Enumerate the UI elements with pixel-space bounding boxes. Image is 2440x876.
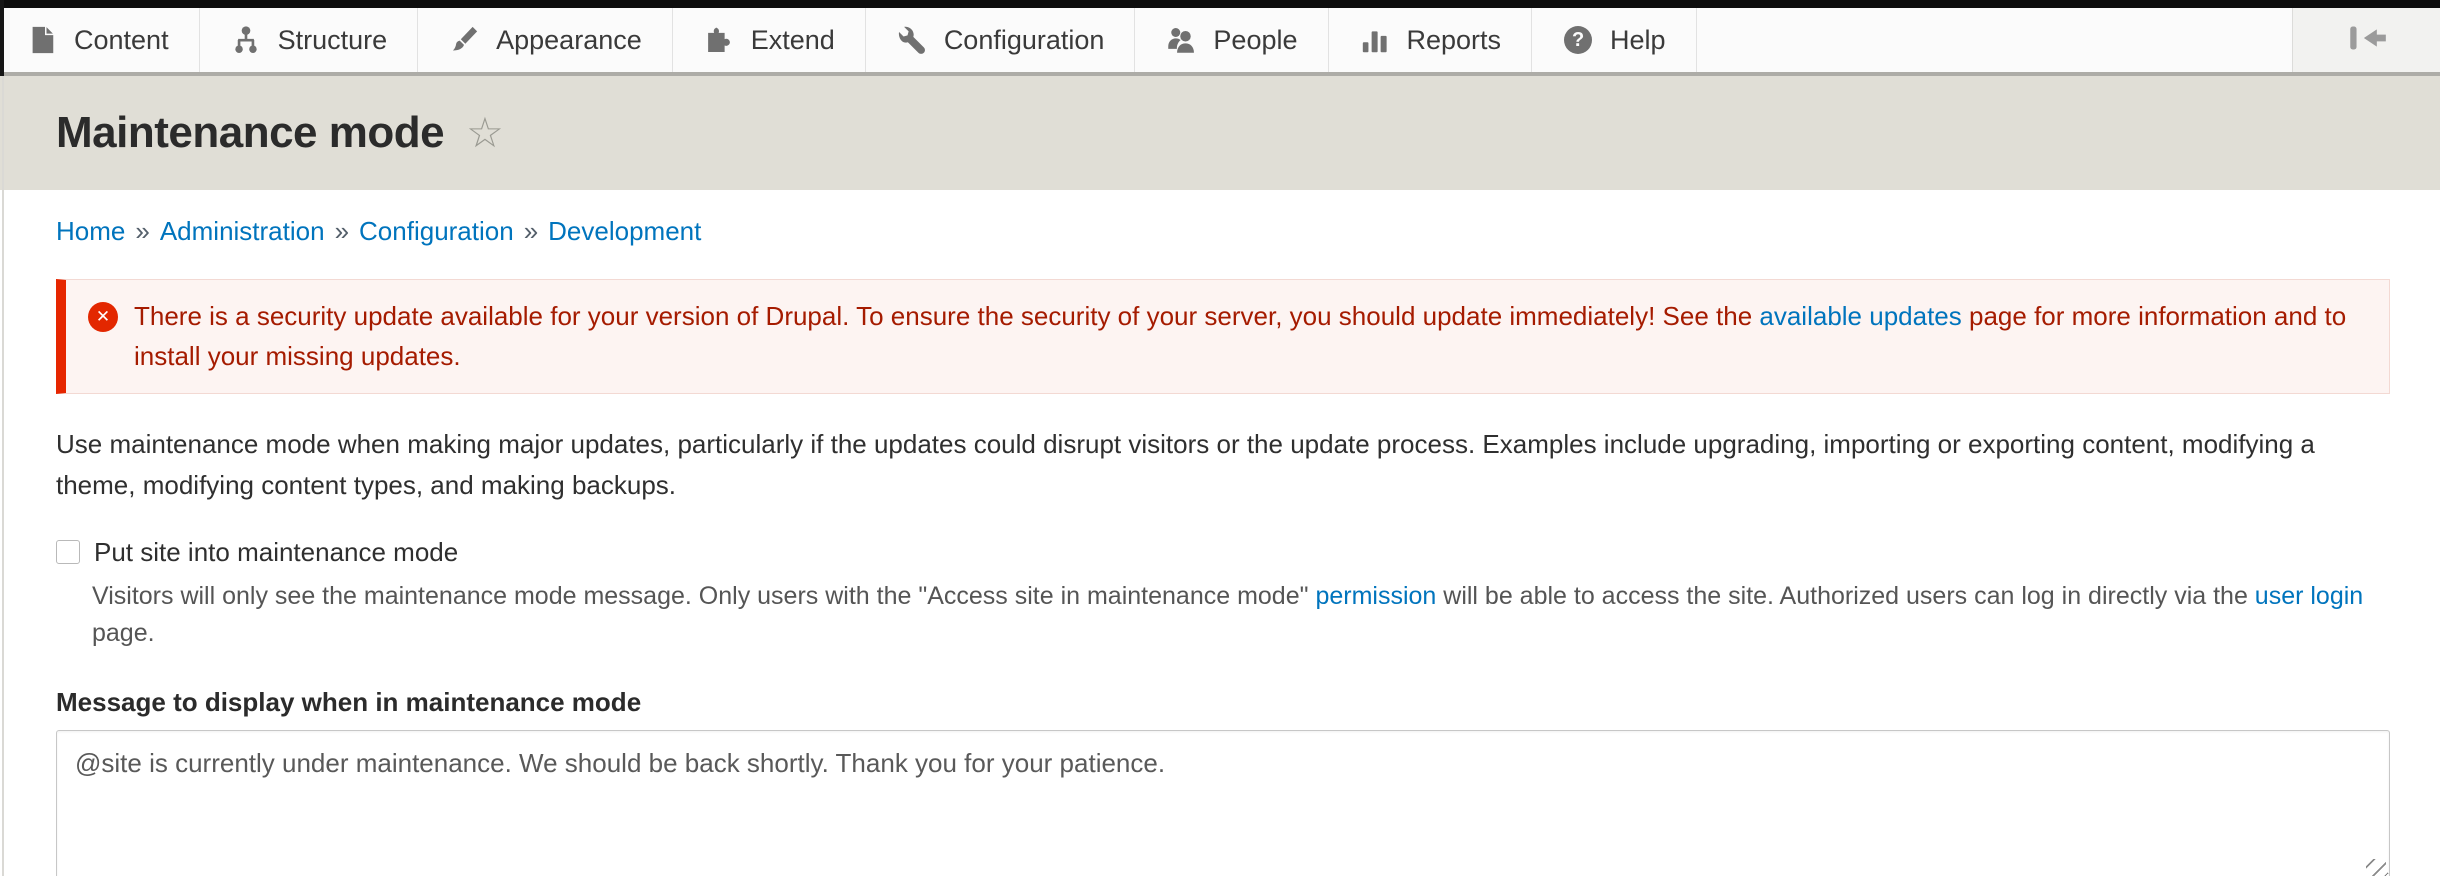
help-icon: ?: [1562, 24, 1594, 56]
permission-link[interactable]: permission: [1315, 582, 1436, 610]
breadcrumb-separator: »: [135, 216, 149, 246]
toolbar-item-help[interactable]: ? Help: [1532, 8, 1697, 72]
toolbar-item-label: Structure: [278, 25, 388, 56]
maintenance-mode-checkbox-label[interactable]: Put site into maintenance mode: [94, 537, 458, 568]
toolbar-collapse-icon: [2344, 21, 2390, 60]
toolbar-item-people[interactable]: People: [1135, 8, 1328, 72]
available-updates-link[interactable]: available updates: [1759, 301, 1961, 331]
page-title: Maintenance mode: [56, 108, 444, 158]
breadcrumb-separator: »: [524, 216, 538, 246]
maintenance-mode-checkbox-description: Visitors will only see the maintenance m…: [92, 578, 2390, 653]
maintenance-mode-checkbox-row: Put site into maintenance mode: [56, 537, 2390, 568]
error-message-text: There is a security update available for…: [134, 296, 2359, 377]
description-part-2: will be able to access the site. Authori…: [1436, 582, 2254, 610]
breadcrumb: Home » Administration » Configuration » Develo…: [56, 216, 2390, 247]
window-edge-dark: [0, 0, 4, 76]
toolbar-item-content[interactable]: Content: [0, 8, 200, 72]
paintbrush-icon: [448, 24, 480, 56]
people-icon: [1165, 24, 1197, 56]
breadcrumb-link-development[interactable]: Development: [548, 216, 701, 246]
toolbar-item-extend[interactable]: Extend: [673, 8, 866, 72]
maintenance-message-label: Message to display when in maintenance m…: [56, 687, 2390, 718]
breadcrumb-link-home[interactable]: Home: [56, 216, 125, 246]
toolbar-item-label: People: [1213, 25, 1297, 56]
toolbar-item-structure[interactable]: Structure: [200, 8, 419, 72]
description-part-1: Visitors will only see the maintenance m…: [92, 582, 1315, 610]
toolbar-item-label: Extend: [751, 25, 835, 56]
user-login-link[interactable]: user login: [2255, 582, 2363, 610]
toolbar-item-label: Content: [74, 25, 169, 56]
toolbar-item-appearance[interactable]: Appearance: [418, 8, 673, 72]
page-header: Maintenance mode ☆: [0, 76, 2440, 190]
puzzle-icon: [703, 24, 735, 56]
toolbar-item-reports[interactable]: Reports: [1329, 8, 1533, 72]
document-icon: [26, 24, 58, 56]
maintenance-message-wrapper: @site is currently under maintenance. We…: [56, 730, 2390, 876]
window-edge-light: [2, 76, 4, 876]
toolbar-item-label: Reports: [1407, 25, 1502, 56]
breadcrumb-link-administration[interactable]: Administration: [160, 216, 325, 246]
admin-top-strip: [0, 0, 2440, 8]
toolbar-item-configuration[interactable]: Configuration: [866, 8, 1136, 72]
maintenance-mode-intro: Use maintenance mode when making major u…: [56, 424, 2390, 507]
maintenance-message-textarea[interactable]: @site is currently under maintenance. We…: [56, 730, 2390, 876]
star-outline-icon[interactable]: ☆: [466, 112, 504, 154]
description-part-3: page.: [92, 619, 155, 647]
toolbar-orientation-toggle[interactable]: [2292, 8, 2440, 72]
toolbar-item-label: Appearance: [496, 25, 642, 56]
toolbar-item-label: Configuration: [944, 25, 1105, 56]
breadcrumb-link-configuration[interactable]: Configuration: [359, 216, 514, 246]
toolbar-spacer: [1697, 8, 2292, 72]
error-icon: ✕: [88, 302, 118, 332]
breadcrumb-separator: »: [335, 216, 349, 246]
toolbar-item-label: Help: [1610, 25, 1666, 56]
main-content: Home » Administration » Configuration » Develo…: [0, 190, 2440, 876]
sitemap-icon: [230, 24, 262, 56]
security-update-error-message: ✕ There is a security update available f…: [56, 279, 2390, 394]
admin-toolbar: Content Structure Appearance Extend Conf…: [0, 8, 2440, 72]
maintenance-mode-checkbox[interactable]: [56, 540, 80, 564]
wrench-icon: [896, 24, 928, 56]
error-text-before-link: There is a security update available for…: [134, 301, 1759, 331]
bar-chart-icon: [1359, 24, 1391, 56]
